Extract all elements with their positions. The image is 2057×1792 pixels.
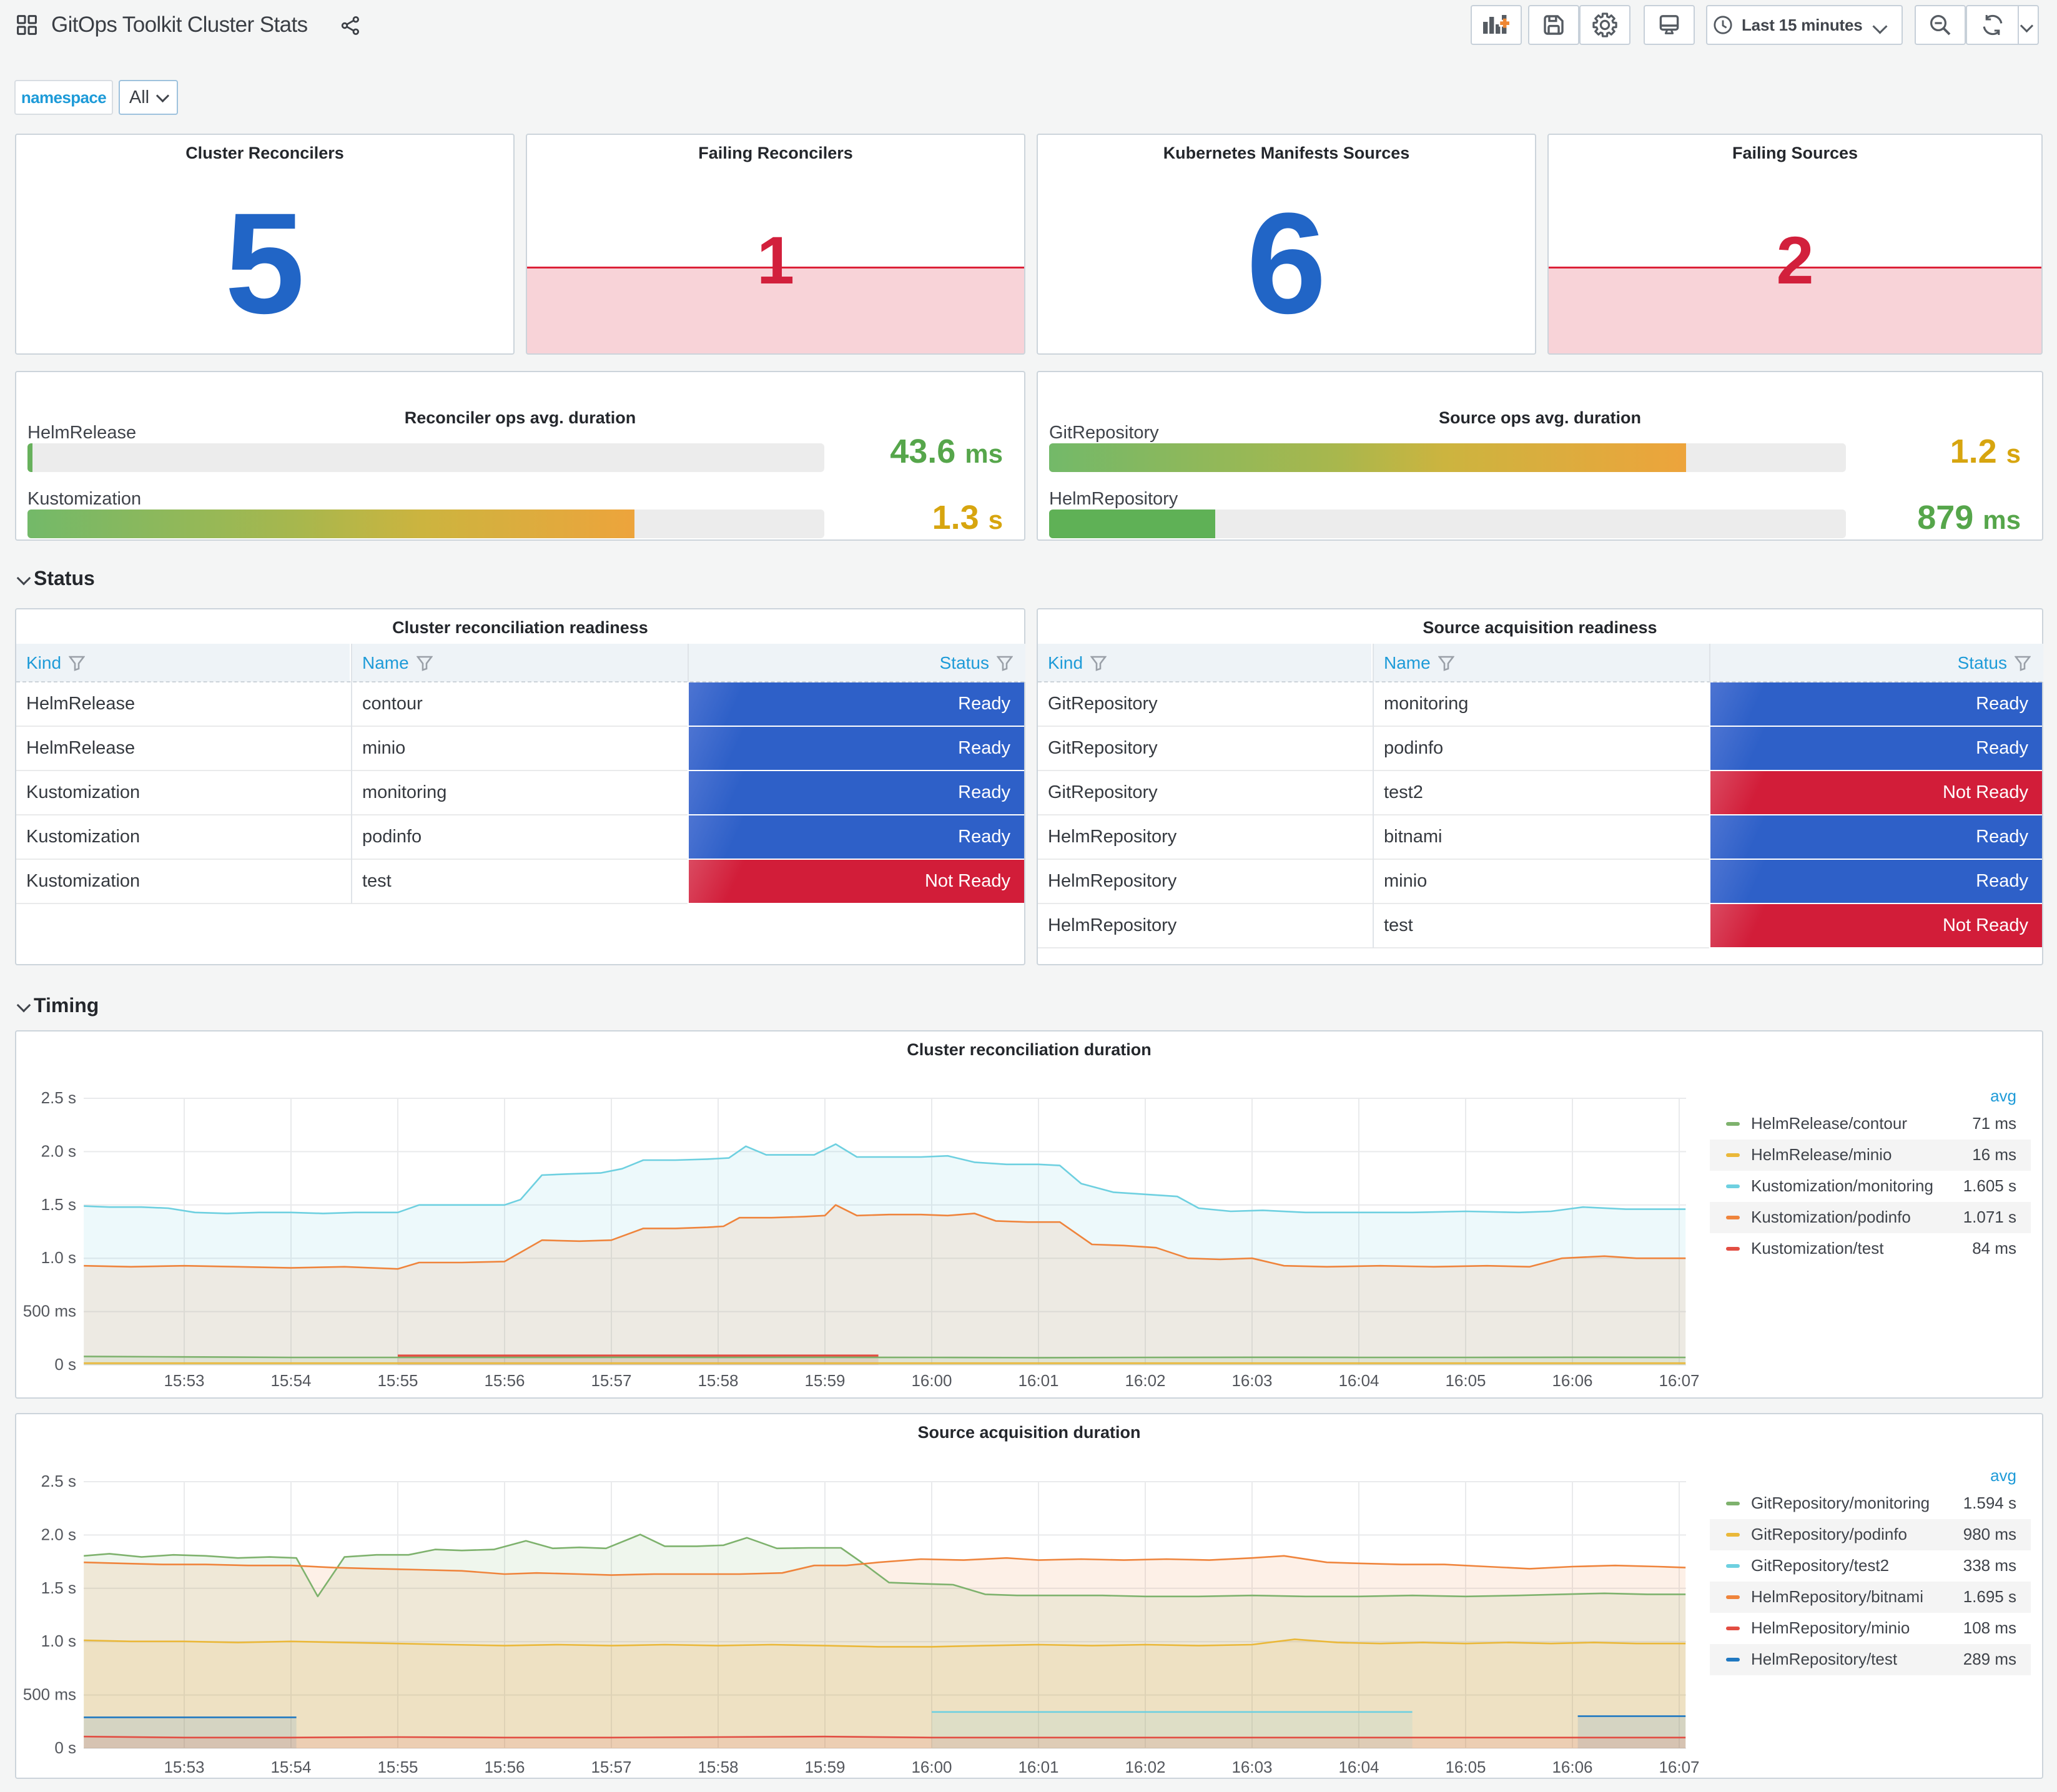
- svg-text:0 s: 0 s: [54, 1355, 76, 1374]
- svg-text:16:04: 16:04: [1338, 1371, 1379, 1390]
- svg-text:15:59: 15:59: [804, 1758, 845, 1776]
- svg-text:500 ms: 500 ms: [23, 1302, 76, 1321]
- svg-text:16:03: 16:03: [1231, 1371, 1272, 1390]
- svg-text:2.0 s: 2.0 s: [41, 1141, 76, 1160]
- svg-text:15:54: 15:54: [270, 1371, 311, 1390]
- svg-text:15:53: 15:53: [164, 1371, 204, 1390]
- svg-text:1.0 s: 1.0 s: [41, 1632, 76, 1650]
- svg-text:15:56: 15:56: [484, 1758, 525, 1776]
- svg-text:15:57: 15:57: [591, 1758, 631, 1776]
- svg-text:16:02: 16:02: [1125, 1758, 1165, 1776]
- svg-text:2.5 s: 2.5 s: [41, 1472, 76, 1490]
- svg-text:16:03: 16:03: [1231, 1758, 1272, 1776]
- svg-text:16:07: 16:07: [1659, 1371, 1699, 1390]
- svg-text:16:05: 16:05: [1445, 1758, 1486, 1776]
- svg-text:16:06: 16:06: [1552, 1371, 1592, 1390]
- svg-text:2.5 s: 2.5 s: [41, 1088, 76, 1107]
- svg-text:16:01: 16:01: [1018, 1371, 1058, 1390]
- svg-text:15:53: 15:53: [164, 1758, 204, 1776]
- svg-text:16:04: 16:04: [1338, 1758, 1379, 1776]
- svg-text:2.0 s: 2.0 s: [41, 1525, 76, 1543]
- svg-text:15:58: 15:58: [698, 1371, 738, 1390]
- svg-text:15:58: 15:58: [698, 1758, 738, 1776]
- svg-text:16:00: 16:00: [911, 1371, 952, 1390]
- svg-text:15:55: 15:55: [377, 1758, 418, 1776]
- svg-text:15:57: 15:57: [591, 1371, 631, 1390]
- svg-text:15:54: 15:54: [270, 1758, 311, 1776]
- svg-text:16:05: 16:05: [1445, 1371, 1486, 1390]
- svg-text:16:02: 16:02: [1125, 1371, 1165, 1390]
- svg-text:16:06: 16:06: [1552, 1758, 1592, 1776]
- svg-text:16:07: 16:07: [1659, 1758, 1699, 1776]
- svg-text:16:01: 16:01: [1018, 1758, 1058, 1776]
- svg-text:1.5 s: 1.5 s: [41, 1195, 76, 1214]
- svg-text:15:59: 15:59: [804, 1371, 845, 1390]
- svg-text:500 ms: 500 ms: [23, 1685, 76, 1704]
- svg-text:15:55: 15:55: [377, 1371, 418, 1390]
- svg-text:0 s: 0 s: [54, 1738, 76, 1757]
- svg-text:1.5 s: 1.5 s: [41, 1578, 76, 1597]
- svg-text:16:00: 16:00: [911, 1758, 952, 1776]
- svg-text:1.0 s: 1.0 s: [41, 1248, 76, 1267]
- svg-text:15:56: 15:56: [484, 1371, 525, 1390]
